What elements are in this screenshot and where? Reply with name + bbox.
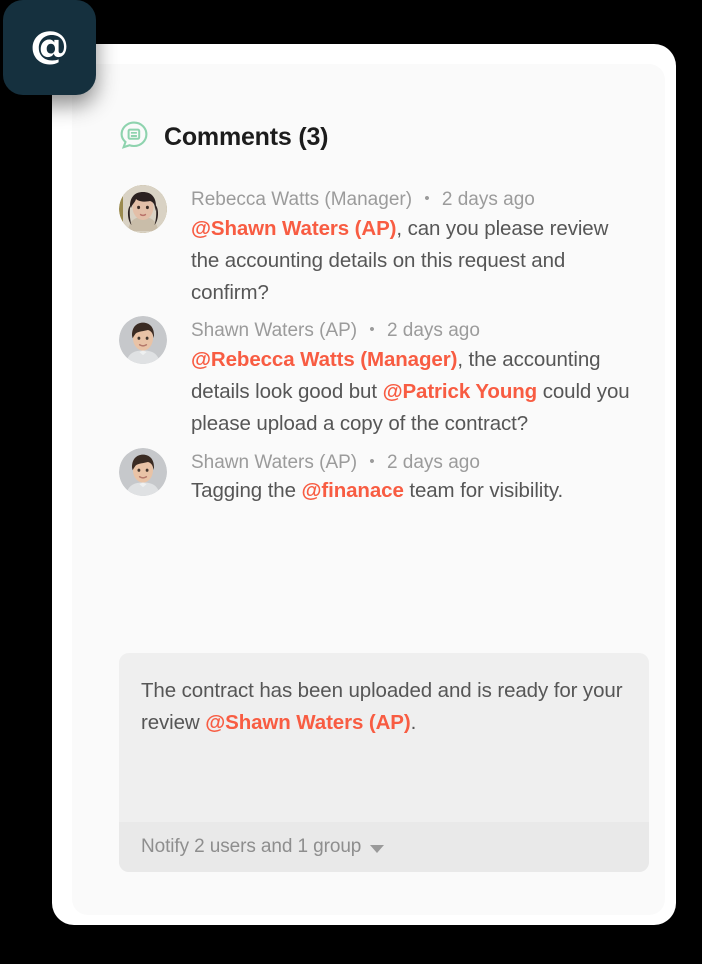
comment-timestamp: 2 days ago bbox=[386, 451, 480, 473]
avatar-shawn-waters bbox=[119, 315, 167, 364]
page-title: Comments (3) bbox=[164, 123, 329, 151]
comment-timestamp: 2 days ago bbox=[386, 319, 480, 341]
mention-chip[interactable]: @finanace bbox=[302, 479, 404, 502]
comment-timestamp: 2 days ago bbox=[441, 189, 535, 210]
comments-panel: Comments (3) Rebecca Watts (Manager) • 2… bbox=[72, 64, 665, 915]
comments-header: Comments (3) bbox=[119, 120, 328, 155]
comment-body: Shawn Waters (AP) • 2 days ago Tagging t… bbox=[191, 448, 639, 508]
comment-item: Shawn Waters (AP) • 2 days ago @Rebecca … bbox=[119, 315, 639, 440]
text-run: team for visibility. bbox=[403, 479, 564, 503]
text-run: Tagging the bbox=[191, 479, 302, 503]
comment-composer[interactable]: The contract has been uploaded and is re… bbox=[119, 653, 649, 872]
notify-label: Notify 2 users and 1 group bbox=[141, 836, 362, 857]
comment-author: Rebecca Watts (Manager) bbox=[191, 189, 413, 210]
comment-item: Shawn Waters (AP) • 2 days ago Tagging t… bbox=[119, 447, 639, 508]
at-sign-badge bbox=[3, 0, 96, 95]
at-sign-icon bbox=[25, 23, 75, 73]
avatar-shawn-waters bbox=[119, 447, 167, 496]
mention-chip[interactable]: @Shawn Waters (AP) bbox=[191, 217, 396, 240]
comments-bubble-icon bbox=[119, 120, 149, 155]
comment-text: Tagging the @finanace team for visibilit… bbox=[191, 475, 639, 507]
avatar-rebecca-watts bbox=[119, 185, 167, 233]
meta-separator: • bbox=[369, 320, 375, 338]
comment-body: Shawn Waters (AP) • 2 days ago @Rebecca … bbox=[191, 316, 639, 440]
mention-chip[interactable]: @Shawn Waters (AP) bbox=[205, 711, 410, 734]
comment-meta: Shawn Waters (AP) • 2 days ago bbox=[191, 451, 639, 475]
comment-item: Rebecca Watts (Manager) • 2 days ago @Sh… bbox=[119, 185, 639, 309]
composer-footer: Notify 2 users and 1 group bbox=[119, 822, 649, 872]
text-run: . bbox=[410, 711, 417, 734]
mention-chip[interactable]: @Patrick Young bbox=[383, 380, 538, 403]
comment-input[interactable]: The contract has been uploaded and is re… bbox=[119, 653, 649, 739]
notify-dropdown[interactable]: Notify 2 users and 1 group bbox=[119, 836, 385, 858]
comment-text: @Shawn Waters (AP), can you please revie… bbox=[191, 213, 639, 309]
chevron-down-icon[interactable] bbox=[370, 845, 385, 853]
mention-chip[interactable]: @Rebecca Watts (Manager) bbox=[191, 348, 457, 371]
comment-list: Rebecca Watts (Manager) • 2 days ago @Sh… bbox=[119, 185, 639, 507]
comment-author: Shawn Waters (AP) bbox=[191, 451, 358, 473]
comments-card: Comments (3) Rebecca Watts (Manager) • 2… bbox=[52, 44, 676, 925]
comment-text: @Rebecca Watts (Manager), the accounting… bbox=[191, 344, 639, 440]
comment-body: Rebecca Watts (Manager) • 2 days ago @Sh… bbox=[191, 185, 639, 309]
meta-separator: • bbox=[369, 452, 375, 470]
comment-meta: Rebecca Watts (Manager) • 2 days ago bbox=[191, 188, 639, 212]
comment-meta: Shawn Waters (AP) • 2 days ago bbox=[191, 319, 639, 343]
comment-author: Shawn Waters (AP) bbox=[191, 319, 358, 341]
meta-separator: • bbox=[424, 190, 430, 207]
